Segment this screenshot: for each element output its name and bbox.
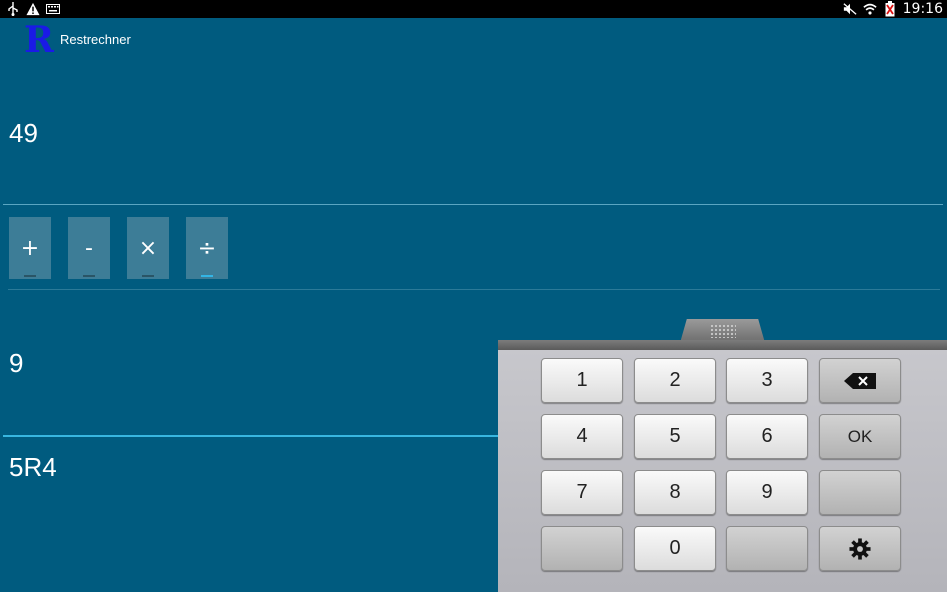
- dividend-underline: [3, 204, 943, 205]
- usb-icon: [6, 2, 20, 16]
- divide-label: ÷: [197, 235, 217, 261]
- divisor-input[interactable]: 9: [9, 348, 23, 379]
- toggle-indicator: [24, 275, 36, 277]
- divide-button[interactable]: ÷: [186, 217, 228, 279]
- grip-icon: [710, 324, 736, 338]
- status-bar: 19:16: [0, 0, 947, 18]
- divider: [8, 289, 940, 290]
- ok-key[interactable]: OK: [819, 414, 901, 459]
- result-value: 5R4: [9, 452, 57, 482]
- add-label: +: [20, 235, 40, 261]
- app-logo: R: [24, 19, 54, 61]
- gear-icon: [849, 537, 871, 560]
- blank-key[interactable]: [726, 526, 808, 571]
- key-3[interactable]: 3: [726, 358, 808, 403]
- key-2[interactable]: 2: [634, 358, 716, 403]
- blank-key[interactable]: [819, 470, 901, 515]
- add-button[interactable]: +: [9, 217, 51, 279]
- multiply-button[interactable]: ×: [127, 217, 169, 279]
- numeric-keyboard: 1 2 3 4 5 6 OK 7 8 9 0: [498, 350, 947, 592]
- key-1[interactable]: 1: [541, 358, 623, 403]
- mute-icon: [843, 2, 857, 16]
- blank-key[interactable]: [541, 526, 623, 571]
- backspace-icon: [844, 372, 876, 389]
- toggle-indicator: [201, 275, 213, 277]
- toggle-indicator: [142, 275, 154, 277]
- toggle-indicator: [83, 275, 95, 277]
- warning-icon: [26, 2, 40, 16]
- key-8[interactable]: 8: [634, 470, 716, 515]
- divisor-underline: [3, 435, 498, 437]
- subtract-button[interactable]: -: [68, 217, 110, 279]
- settings-key[interactable]: [819, 526, 901, 571]
- app-title: Restrechner: [60, 32, 131, 47]
- key-9[interactable]: 9: [726, 470, 808, 515]
- keyboard-top-bar: [498, 340, 947, 350]
- keyboard-icon: [46, 2, 60, 16]
- subtract-label: -: [85, 235, 93, 261]
- battery-icon: [883, 1, 897, 17]
- key-7[interactable]: 7: [541, 470, 623, 515]
- backspace-key[interactable]: [819, 358, 901, 403]
- key-6[interactable]: 6: [726, 414, 808, 459]
- multiply-label: ×: [138, 235, 158, 261]
- wifi-icon: [863, 2, 877, 16]
- key-4[interactable]: 4: [541, 414, 623, 459]
- key-0[interactable]: 0: [634, 526, 716, 571]
- key-5[interactable]: 5: [634, 414, 716, 459]
- clock: 19:16: [902, 1, 943, 17]
- dividend-input[interactable]: 49: [9, 118, 38, 149]
